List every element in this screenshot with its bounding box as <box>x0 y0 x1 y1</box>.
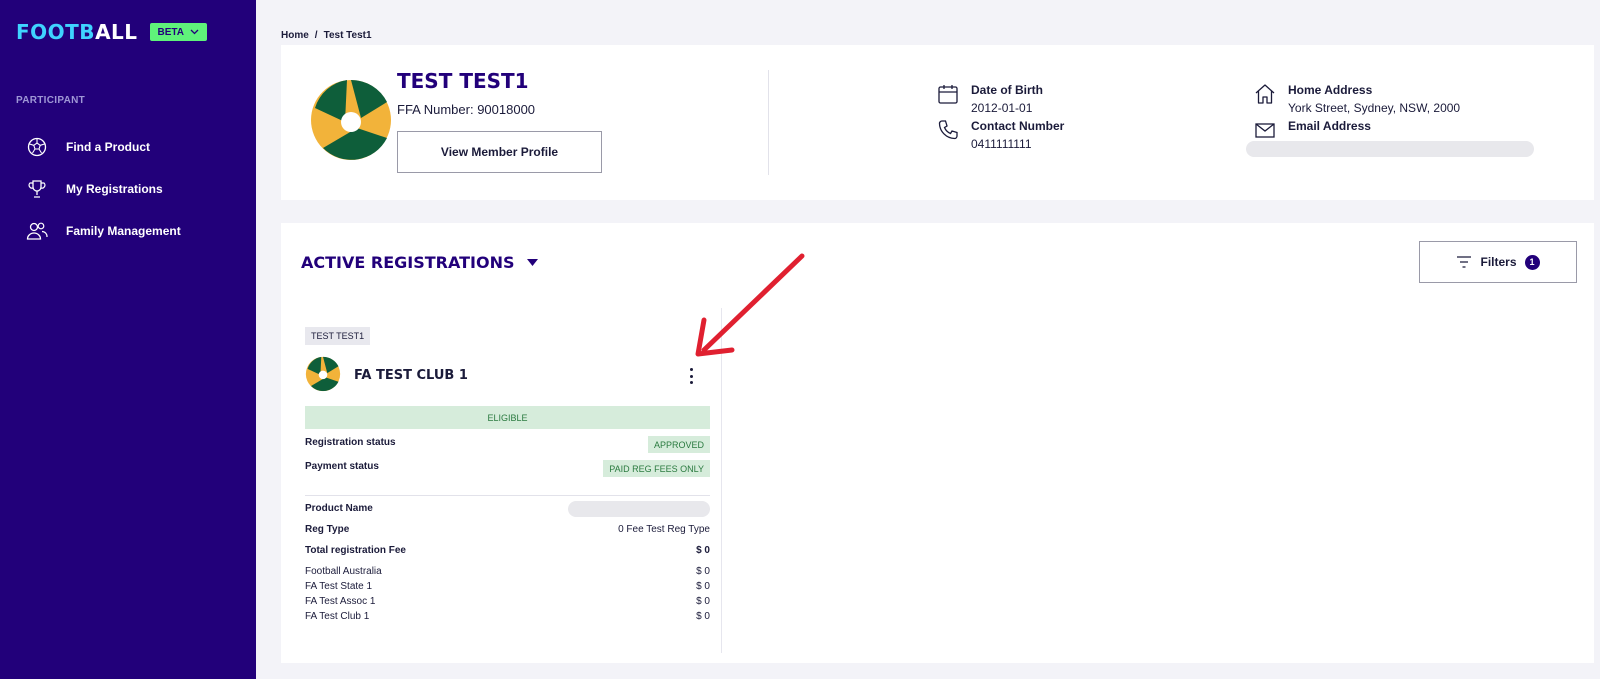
eligibility-banner: ELIGIBLE <box>305 406 710 429</box>
fee-row-label: FA Test Club 1 <box>305 611 370 622</box>
payment-status-badge: PAID REG FEES ONLY <box>603 460 710 477</box>
product-name-redacted <box>568 501 710 517</box>
club-logo-icon <box>305 356 341 392</box>
contact-number-field: Contact Number 0411111111 <box>937 119 1064 151</box>
filters-button[interactable]: Filters 1 <box>1419 241 1577 283</box>
breadcrumb: Home / Test Test1 <box>281 30 372 41</box>
brand: FOOTBALL BETA <box>16 20 208 44</box>
club-name: FA TEST CLUB 1 <box>354 368 468 383</box>
dob-value: 2012-01-01 <box>971 101 1033 115</box>
date-of-birth-field: Date of Birth 2012-01-01 <box>937 83 1043 115</box>
sidebar-item-label: Family Management <box>66 224 181 238</box>
vertical-divider <box>768 70 769 175</box>
phone-icon <box>938 120 958 140</box>
email-redacted <box>1246 141 1534 157</box>
active-registrations-toggle[interactable]: ACTIVE REGISTRATIONS <box>301 253 538 272</box>
member-name: TEST TEST1 <box>397 69 529 93</box>
chevron-down-icon <box>190 29 199 35</box>
registration-status-label: Registration status <box>305 437 396 448</box>
filters-label: Filters <box>1480 255 1517 269</box>
dob-label: Date of Birth <box>971 83 1043 97</box>
active-registrations-panel: ACTIVE REGISTRATIONS Filters 1 TEST TEST… <box>281 223 1594 663</box>
fee-row-value: $ 0 <box>696 566 710 577</box>
breadcrumb-home-link[interactable]: Home <box>281 30 309 41</box>
filter-icon <box>1457 256 1472 268</box>
logo-part-1: FOOTB <box>16 20 96 44</box>
contact-value: 0411111111 <box>971 137 1032 151</box>
reg-type-label: Reg Type <box>305 524 350 535</box>
fee-row-value: $ 0 <box>696 581 710 592</box>
home-address-field: Home Address York Street, Sydney, NSW, 2… <box>1254 83 1460 115</box>
email-label: Email Address <box>1288 119 1371 133</box>
address-label: Home Address <box>1288 83 1373 97</box>
football-australia-logo-icon <box>311 79 391 160</box>
address-value: York Street, Sydney, NSW, 2000 <box>1288 101 1461 115</box>
fee-row-value: $ 0 <box>696 596 710 607</box>
beta-label: BETA <box>157 26 185 38</box>
users-icon <box>26 220 48 242</box>
sidebar-item-family-management[interactable]: Family Management <box>26 210 181 252</box>
home-icon <box>1255 84 1275 104</box>
total-fee-value: $ 0 <box>696 545 710 556</box>
fee-row-label: FA Test Assoc 1 <box>305 596 376 607</box>
caret-down-icon <box>526 259 538 266</box>
breadcrumb-current: Test Test1 <box>323 30 372 41</box>
fee-row-label: Football Australia <box>305 566 382 577</box>
registration-status-badge: APPROVED <box>647 436 710 453</box>
sidebar-item-find-a-product[interactable]: Find a Product <box>26 126 181 168</box>
sidebar-nav: Find a Product My Registrations Family M… <box>26 126 181 252</box>
football-logo[interactable]: FOOTBALL <box>16 20 138 44</box>
annotation-arrow-icon <box>695 253 805 357</box>
calendar-icon <box>938 85 958 104</box>
view-member-profile-button[interactable]: View Member Profile <box>397 131 602 173</box>
total-fee-label: Total registration Fee <box>305 545 406 556</box>
more-options-icon[interactable] <box>685 365 697 387</box>
payment-status-label: Payment status <box>305 461 379 472</box>
logo-part-2: ALL <box>95 20 138 44</box>
contact-label: Contact Number <box>971 119 1065 133</box>
soccer-ball-icon <box>26 136 48 158</box>
section-divider <box>305 495 710 496</box>
registrations-title: ACTIVE REGISTRATIONS <box>301 253 515 272</box>
participant-tag: TEST TEST1 <box>305 327 371 345</box>
beta-dropdown[interactable]: BETA <box>149 23 208 41</box>
sidebar-item-label: Find a Product <box>66 140 150 154</box>
trophy-icon <box>26 178 48 200</box>
filter-count-badge: 1 <box>1524 254 1540 270</box>
email-address-field: Email Address <box>1254 119 1371 141</box>
breadcrumb-separator: / <box>314 30 318 41</box>
sidebar: FOOTBALL BETA PARTICIPANT Find a Product… <box>0 0 256 679</box>
reg-type-value: 0 Fee Test Reg Type <box>618 524 710 535</box>
sidebar-item-label: My Registrations <box>66 182 163 196</box>
member-profile-card: TEST TEST1 FFA Number: 90018000 View Mem… <box>281 45 1594 200</box>
section-label-participant: PARTICIPANT <box>16 95 86 106</box>
ffa-number: FFA Number: 90018000 <box>397 102 536 117</box>
sidebar-item-my-registrations[interactable]: My Registrations <box>26 168 181 210</box>
fee-row-label: FA Test State 1 <box>305 581 373 592</box>
mail-icon <box>1255 123 1275 138</box>
fee-row-value: $ 0 <box>696 611 710 622</box>
product-name-label: Product Name <box>305 503 373 514</box>
